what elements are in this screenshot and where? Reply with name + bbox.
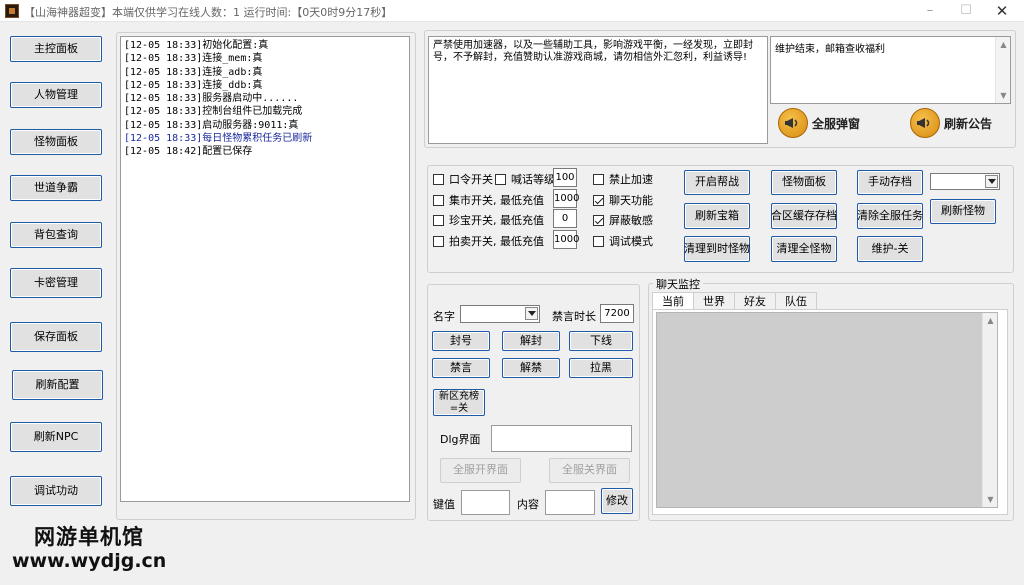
log-line: [12-05 18:33]连接_adb:真 — [124, 66, 263, 78]
treasure-switch-checkbox[interactable]: 珍宝开关, 最低充值 — [433, 212, 544, 228]
close-all-ui-button[interactable]: 全服关界面 — [549, 458, 630, 483]
sidebar-item-save-panel[interactable]: 保存面板 — [10, 322, 102, 352]
maintenance-toggle-button[interactable]: 维护-关 — [857, 236, 923, 262]
content-input[interactable] — [545, 490, 595, 515]
mail-scrollbar[interactable]: ▲ ▼ — [995, 37, 1010, 103]
unban-button[interactable]: 解封 — [502, 331, 560, 351]
mute-duration-label: 禁言时长 — [552, 310, 596, 323]
chevron-down-icon — [985, 175, 998, 188]
chat-list[interactable]: ▲ ▼ — [656, 312, 998, 508]
new-zone-recharge-state: =关 — [449, 402, 469, 414]
key-label: 键值 — [433, 498, 455, 511]
market-min-recharge-input[interactable]: 1000 — [553, 189, 579, 208]
ban-speedup-checkbox[interactable]: 禁止加速 — [593, 171, 653, 187]
chat-tabs: 当前 世界 好友 队伍 — [652, 292, 817, 310]
log-output[interactable]: [12-05 18:33]初始化配置:真 [12-05 18:33]连接_mem… — [120, 36, 410, 502]
merge-cache-save-button[interactable]: 合区缓存存档 — [771, 203, 837, 229]
auction-switch-checkbox[interactable]: 拍卖开关, 最低充值 — [433, 233, 544, 249]
sidebar-item-backpack-query[interactable]: 背包查询 — [10, 222, 102, 248]
notice-text: 严禁使用加速器，以及一些辅助工具，影响游戏平衡，一经发现，立即封号，不予解封，充… — [433, 40, 753, 63]
block-sensitive-checkbox[interactable]: 屏蔽敏感 — [593, 212, 653, 228]
megaphone-icon — [910, 108, 940, 138]
modify-button[interactable]: 修改 — [601, 488, 633, 514]
sidebar-item-world-contest[interactable]: 世道争霸 — [10, 175, 102, 201]
shout-level-input[interactable]: 100 — [553, 168, 577, 187]
treasure-min-recharge-input[interactable]: 0 — [553, 209, 577, 228]
debug-mode-checkbox[interactable]: 调试模式 — [593, 233, 653, 249]
app-icon — [5, 4, 19, 18]
watermark-title: 网游单机馆 — [34, 525, 144, 549]
mail-text: 维护结束，邮箱查收福利 — [775, 44, 885, 55]
minimize-button[interactable]: – — [912, 0, 948, 22]
monster-panel-button[interactable]: 怪物面板 — [771, 170, 837, 195]
sidebar-item-refresh-config[interactable]: 刷新配置 — [12, 370, 103, 400]
scroll-down-icon[interactable]: ▼ — [996, 88, 1011, 103]
broadcast-popup-label: 全服弹窗 — [812, 116, 861, 131]
log-line: [12-05 18:33]连接_ddb:真 — [124, 79, 263, 91]
scroll-up-icon[interactable]: ▲ — [996, 37, 1011, 52]
shout-level-checkbox[interactable]: 喊话等级 — [495, 171, 555, 187]
close-button[interactable]: ✕ — [984, 0, 1020, 22]
manual-save-button[interactable]: 手动存档 — [857, 170, 923, 195]
mute-duration-input[interactable]: 7200 — [600, 304, 634, 323]
open-all-ui-button[interactable]: 全服开界面 — [440, 458, 521, 483]
new-zone-recharge-label: 新区充榜 — [439, 391, 479, 402]
log-line: [12-05 18:42]配置已保存 — [124, 146, 253, 158]
scroll-down-icon[interactable]: ▼ — [983, 492, 998, 507]
kick-offline-button[interactable]: 下线 — [569, 331, 633, 351]
refresh-notice-label: 刷新公告 — [944, 116, 993, 131]
player-name-select[interactable] — [460, 305, 540, 323]
mail-textarea[interactable]: 维护结束，邮箱查收福利 ▲ ▼ — [770, 36, 1011, 104]
auction-min-recharge-input[interactable]: 1000 — [553, 230, 579, 249]
chevron-down-icon — [525, 307, 538, 320]
clear-all-tasks-button[interactable]: 清除全服任务 — [857, 203, 923, 229]
open-guild-war-button[interactable]: 开启帮战 — [684, 170, 750, 195]
megaphone-icon — [778, 108, 808, 138]
name-label: 名字 — [433, 310, 455, 323]
ban-account-button[interactable]: 封号 — [432, 331, 490, 351]
log-line: [12-05 18:33]服务器启动中...... — [124, 93, 299, 105]
sidebar-item-refresh-npc[interactable]: 刷新NPC — [10, 422, 102, 452]
blacklist-button[interactable]: 拉黑 — [569, 358, 633, 378]
tab-team[interactable]: 队伍 — [775, 292, 817, 310]
tab-world[interactable]: 世界 — [693, 292, 735, 310]
new-zone-recharge-button[interactable]: 新区充榜 =关 — [433, 389, 485, 416]
market-switch-checkbox[interactable]: 集市开关, 最低充值 — [433, 192, 544, 208]
chat-function-checkbox[interactable]: 聊天功能 — [593, 192, 653, 208]
clear-all-monster-button[interactable]: 清理全怪物 — [771, 236, 837, 262]
action-select[interactable] — [930, 173, 1000, 190]
sidebar-item-monster-panel[interactable]: 怪物面板 — [10, 129, 102, 155]
dlg-input[interactable] — [491, 425, 632, 452]
title-bar: 【山海神器超变】本端仅供学习在线人数：1 运行时间:【0天0时9分17秒】 – … — [0, 0, 1024, 22]
log-line: [12-05 18:33]连接_mem:真 — [124, 53, 263, 65]
chat-monitor-title: 聊天监控 — [653, 276, 703, 292]
log-line: [12-05 18:33]初始化配置:真 — [124, 40, 269, 51]
key-input[interactable] — [461, 490, 510, 515]
log-line: [12-05 18:33]控制台组件已加载完成 — [124, 106, 303, 118]
broadcast-popup-button[interactable]: 全服弹窗 — [778, 108, 860, 138]
dlg-label: Dlg界面 — [440, 433, 481, 446]
notice-textarea[interactable]: 严禁使用加速器，以及一些辅助工具，影响游戏平衡，一经发现，立即封号，不予解封，充… — [428, 36, 768, 144]
refresh-notice-button[interactable]: 刷新公告 — [910, 108, 992, 138]
watermark-url: www.wydjg.cn — [12, 550, 167, 572]
command-switch-checkbox[interactable]: 口令开关 — [433, 171, 493, 187]
sidebar-item-character[interactable]: 人物管理 — [10, 82, 102, 108]
refresh-chest-button[interactable]: 刷新宝箱 — [684, 203, 750, 229]
sidebar-item-card-key[interactable]: 卡密管理 — [10, 268, 102, 298]
window-title: 【山海神器超变】本端仅供学习在线人数：1 运行时间:【0天0时9分17秒】 — [24, 6, 393, 19]
log-line: [12-05 18:33]每日怪物累积任务已刷新 — [124, 133, 313, 145]
unmute-button[interactable]: 解禁 — [502, 358, 560, 378]
log-line: [12-05 18:33]启动服务器:9011:真 — [124, 119, 299, 131]
tab-friends[interactable]: 好友 — [734, 292, 776, 310]
content-label: 内容 — [517, 498, 539, 511]
sidebar-item-main-panel[interactable]: 主控面板 — [10, 36, 102, 62]
sidebar-item-debug[interactable]: 调试功动 — [10, 476, 102, 506]
tab-current[interactable]: 当前 — [652, 292, 694, 310]
clear-timed-monster-button[interactable]: 清理到时怪物 — [684, 236, 750, 262]
maximize-button[interactable]: ☐ — [948, 0, 984, 22]
refresh-monster-button[interactable]: 刷新怪物 — [930, 199, 996, 224]
chat-scrollbar[interactable]: ▲ ▼ — [982, 313, 997, 507]
scroll-up-icon[interactable]: ▲ — [983, 313, 998, 328]
mute-button[interactable]: 禁言 — [432, 358, 490, 378]
